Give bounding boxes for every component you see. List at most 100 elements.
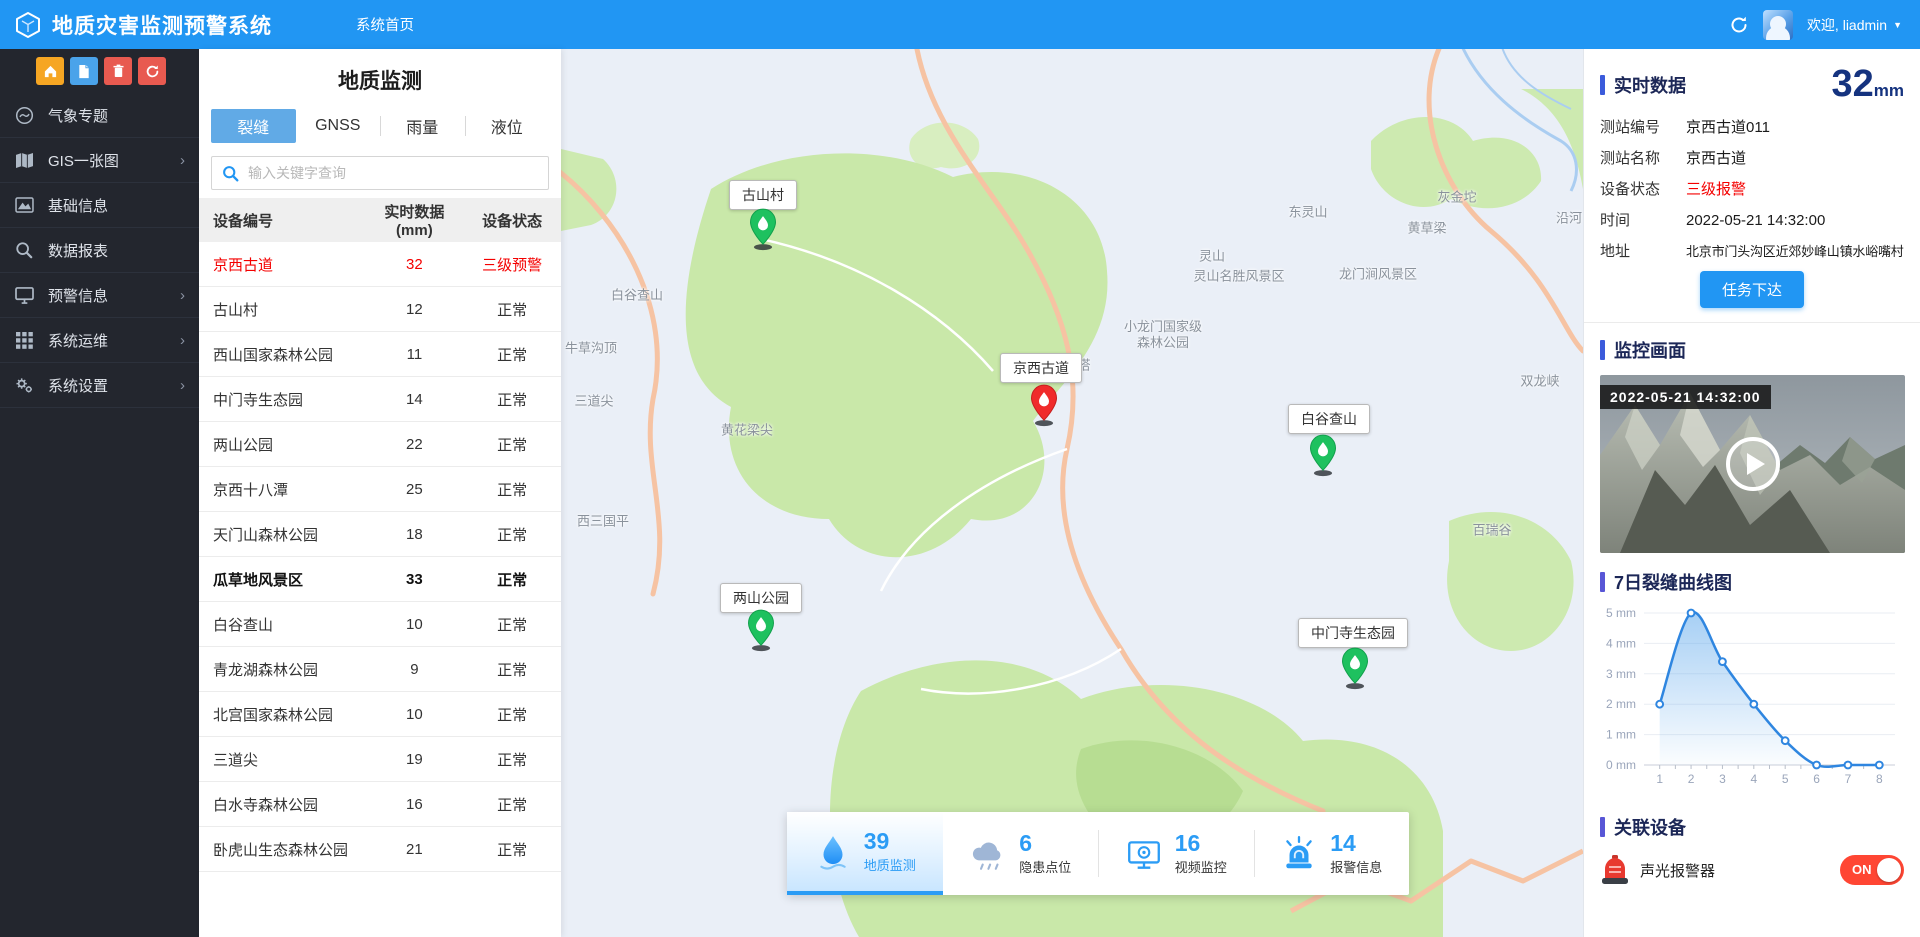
- svg-text:2: 2: [1688, 772, 1695, 786]
- gears-icon: [14, 377, 34, 394]
- sidebar-item-label: GIS一张图: [48, 150, 119, 171]
- table-row[interactable]: 两山公园22正常: [199, 422, 561, 467]
- play-button[interactable]: [1724, 435, 1782, 493]
- tab-crack[interactable]: 裂缝: [211, 109, 296, 143]
- weather-icon: [14, 106, 34, 125]
- svg-text:2 mm: 2 mm: [1606, 697, 1636, 711]
- table-row[interactable]: 古山村12正常: [199, 287, 561, 332]
- table-row[interactable]: 京西十八潭25正常: [199, 467, 561, 512]
- field-value: 京西古道011: [1686, 116, 1770, 137]
- geology-monitor-panel: 地质监测 裂缝 GNSS 雨量 液位 设备编号 实时数据(mm) 设备状态 京西…: [199, 49, 561, 937]
- map-pin-green[interactable]: [745, 608, 777, 652]
- section-accent-bar: [1600, 75, 1605, 95]
- map-canvas[interactable]: 灰金坨 黄草梁 东灵山 灵山 灵山名胜风景区 龙门涧风景区 小龙门国家级森林公园…: [561, 49, 1583, 937]
- monitor-tabs: 裂缝 GNSS 雨量 液位: [211, 109, 549, 143]
- field-label: 测站编号: [1600, 116, 1686, 137]
- sidebar-item-weather[interactable]: 气象专题: [0, 93, 199, 138]
- table-row[interactable]: 京西古道32三级预警: [199, 242, 561, 287]
- search-icon: [14, 241, 34, 259]
- svg-text:8: 8: [1876, 772, 1883, 786]
- table-row[interactable]: 天门山森林公园18正常: [199, 512, 561, 557]
- section-title: 监控画面: [1614, 337, 1686, 363]
- user-avatar[interactable]: [1763, 10, 1793, 40]
- field-label: 测站名称: [1600, 147, 1686, 168]
- welcome-text: 欢迎, liadmin: [1807, 15, 1887, 35]
- sidebar-item-system-settings[interactable]: 系统设置 ›: [0, 363, 199, 408]
- table-row[interactable]: 青龙湖森林公园9正常: [199, 647, 561, 692]
- task-dispatch-button[interactable]: 任务下达: [1700, 271, 1804, 308]
- surveillance-video[interactable]: 2022-05-21 14:32:00: [1600, 375, 1905, 553]
- stat-video-monitor[interactable]: 16 视频监控: [1098, 812, 1254, 895]
- svg-text:3 mm: 3 mm: [1606, 667, 1636, 681]
- nav-home[interactable]: 系统首页: [356, 14, 414, 35]
- home-button[interactable]: [36, 57, 64, 85]
- search-icon: [222, 165, 239, 182]
- field-value: 京西古道: [1686, 147, 1746, 168]
- app-logo: 地质灾害监测预警系统: [0, 10, 286, 40]
- device-power-toggle[interactable]: ON: [1840, 855, 1904, 885]
- stat-geology-monitor[interactable]: 39 地质监测: [787, 812, 943, 895]
- devices-section-header: 关联设备: [1600, 814, 1904, 840]
- svg-text:0 mm: 0 mm: [1606, 758, 1636, 772]
- table-row[interactable]: 白谷查山10正常: [199, 602, 561, 647]
- marker-label-jingxigudao[interactable]: 京西古道: [1000, 353, 1082, 383]
- table-row[interactable]: 三道尖19正常: [199, 737, 561, 782]
- sidebar-item-label: 气象专题: [48, 105, 108, 126]
- marker-label-baiguchashan[interactable]: 白谷查山: [1288, 404, 1370, 434]
- svg-text:5: 5: [1782, 772, 1789, 786]
- sidebar-item-warning-info[interactable]: 预警信息 ›: [0, 273, 199, 318]
- user-menu[interactable]: 欢迎, liadmin ▼: [1807, 15, 1902, 35]
- marker-label-zhongmensi[interactable]: 中门寺生态园: [1298, 618, 1408, 648]
- table-row[interactable]: 中门寺生态园14正常: [199, 377, 561, 422]
- field-label: 地址: [1600, 240, 1686, 261]
- marker-label-gushancun[interactable]: 古山村: [729, 180, 797, 210]
- trash-icon: [112, 64, 125, 78]
- chevron-right-icon: ›: [180, 377, 185, 394]
- tab-gnss[interactable]: GNSS: [296, 112, 381, 140]
- stat-alarm-info[interactable]: 14 报警信息: [1254, 812, 1410, 895]
- chevron-right-icon: ›: [180, 287, 185, 304]
- section-accent-bar: [1600, 817, 1605, 837]
- table-row[interactable]: 西山国家森林公园11正常: [199, 332, 561, 377]
- document-button[interactable]: [70, 57, 98, 85]
- detail-panel: 实时数据 32mm 测站编号京西古道011 测站名称京西古道 设备状态三级报警 …: [1583, 49, 1920, 937]
- realtime-section-header: 实时数据 32mm: [1600, 63, 1904, 106]
- map-icon: [14, 152, 34, 169]
- table-row[interactable]: 白水寺森林公园16正常: [199, 782, 561, 827]
- map-pin-red[interactable]: [1028, 383, 1060, 427]
- water-drop-icon: [814, 833, 852, 871]
- stat-hazard-points[interactable]: 6 隐患点位: [943, 812, 1099, 895]
- field-value: 北京市门头沟区近郊妙峰山镇水峪嘴村: [1686, 241, 1904, 260]
- recycle-button[interactable]: [138, 57, 166, 85]
- stat-value: 39: [864, 829, 916, 854]
- map-pin-green[interactable]: [1307, 433, 1339, 477]
- search-input[interactable]: [248, 165, 538, 181]
- chevron-right-icon: ›: [180, 152, 185, 169]
- divider: [1584, 322, 1920, 323]
- table-row[interactable]: 卧虎山生态森林公园21正常: [199, 827, 561, 872]
- tab-liquid-level[interactable]: 液位: [465, 109, 550, 143]
- table-row[interactable]: 瓜草地风景区33正常: [199, 557, 561, 602]
- table-row[interactable]: 北宫国家森林公园10正常: [199, 692, 561, 737]
- realtime-value: 32mm: [1831, 63, 1904, 106]
- stat-value: 16: [1175, 831, 1227, 856]
- sidebar-item-system-ops[interactable]: 系统运维 ›: [0, 318, 199, 363]
- stat-value: 6: [1019, 831, 1071, 856]
- sidebar-item-gis-map[interactable]: GIS一张图 ›: [0, 138, 199, 183]
- map-pin-green[interactable]: [1339, 646, 1371, 690]
- sidebar-item-base-info[interactable]: 基础信息: [0, 183, 199, 228]
- rain-cloud-icon: [969, 835, 1007, 873]
- crack-trend-chart: 0 mm1 mm2 mm3 mm4 mm5 mm12345678: [1600, 599, 1904, 800]
- keyword-search: [211, 156, 549, 190]
- map-pin-green[interactable]: [747, 207, 779, 251]
- tab-rainfall[interactable]: 雨量: [380, 109, 465, 143]
- section-title: 实时数据: [1614, 72, 1686, 98]
- refresh-icon[interactable]: [1729, 15, 1749, 35]
- stat-label: 报警信息: [1330, 857, 1382, 876]
- app-root: 地质灾害监测预警系统 系统首页 欢迎, liadmin ▼: [0, 0, 1920, 937]
- svg-text:1 mm: 1 mm: [1606, 728, 1636, 742]
- delete-button[interactable]: [104, 57, 132, 85]
- sidebar-item-data-report[interactable]: 数据报表: [0, 228, 199, 273]
- chart-section-header: 7日裂缝曲线图: [1600, 569, 1904, 595]
- svg-text:4 mm: 4 mm: [1606, 636, 1636, 650]
